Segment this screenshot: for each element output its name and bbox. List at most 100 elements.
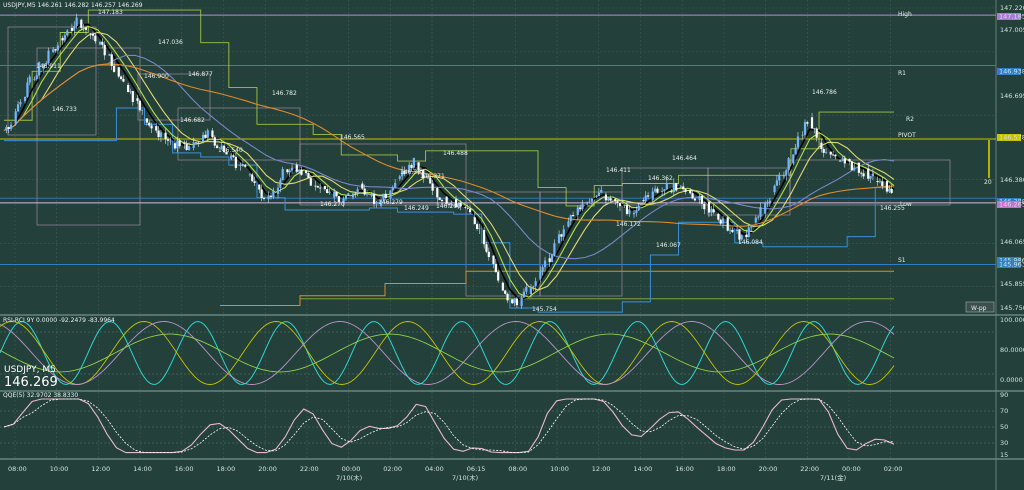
price-point-label: 146.464 — [672, 155, 697, 162]
candle-body — [276, 187, 280, 194]
candle-body — [787, 158, 790, 171]
candle-body — [754, 217, 757, 223]
candle-body — [192, 142, 195, 148]
candle-body — [550, 254, 554, 263]
overlay-symbol: USDJPY, M5 — [4, 365, 56, 375]
candle-body — [103, 44, 106, 56]
candle-body — [73, 25, 76, 31]
candle-body — [347, 193, 350, 196]
price-axis-label: 146.695 — [1000, 92, 1024, 100]
candle-body — [529, 287, 533, 295]
candle-body — [333, 191, 336, 198]
pivot-label-high: High — [898, 11, 912, 18]
candle-body — [372, 194, 376, 204]
candle-body — [506, 293, 509, 301]
candle-body — [26, 82, 29, 97]
price-axis-label: 146.380 — [1000, 176, 1024, 184]
candle-body — [286, 169, 289, 173]
candle-body — [279, 179, 282, 188]
candle-body — [201, 134, 205, 142]
wpp-button[interactable]: W-pp — [965, 301, 995, 313]
symbol-header: USDJPY,M5 146.261 146.282 146.257 146.26… — [3, 2, 143, 9]
candle-body — [94, 35, 97, 42]
candle-body — [157, 130, 160, 138]
rsi-header: RSI-RCI 9Y 0.0000 -92.2479 -83.9964 — [3, 317, 115, 324]
price-point-label: 147.036 — [158, 39, 183, 46]
candle-body — [112, 65, 116, 72]
candle-body — [553, 243, 556, 255]
candle-body — [642, 200, 645, 202]
price-point-label: 146.362 — [648, 175, 673, 182]
candle-body — [492, 255, 495, 264]
candle-body — [244, 164, 247, 167]
candle-body — [768, 200, 771, 203]
time-axis-label: 10:00 — [50, 465, 69, 473]
candle-body — [810, 117, 814, 129]
candle-body — [862, 173, 865, 177]
candle-body — [735, 229, 739, 232]
candle-body — [187, 146, 191, 150]
qqe-axis-label: 90 — [1000, 391, 1008, 399]
candle-body — [478, 228, 481, 229]
pivot-label-low: Low — [900, 201, 912, 208]
time-axis-label: 16:00 — [175, 465, 194, 473]
candle-body — [269, 195, 273, 197]
candle-body — [365, 193, 369, 195]
price-point-label: 146.911 — [36, 63, 61, 70]
candle-body — [794, 147, 797, 155]
candle-body — [773, 185, 776, 193]
candle-body — [56, 45, 59, 51]
time-axis-label: 14:00 — [634, 465, 653, 473]
candle-body — [579, 207, 582, 210]
candle-body — [520, 297, 523, 307]
candle-body — [138, 100, 141, 111]
candle-body — [391, 187, 394, 191]
time-axis-label: 14:00 — [133, 465, 152, 473]
candle-body — [61, 38, 64, 41]
candle-body — [319, 187, 322, 189]
candle-body — [682, 186, 685, 190]
candle-body — [150, 125, 153, 129]
candle-body — [848, 158, 851, 162]
price-point-label: 146.900 — [144, 73, 169, 80]
price-point-label: 146.786 — [812, 89, 837, 96]
candle-body — [159, 132, 163, 138]
candle-body — [5, 127, 8, 131]
candle-body — [468, 208, 472, 213]
candle-body — [607, 198, 610, 201]
candle-body — [211, 130, 214, 138]
candle-body — [394, 183, 397, 188]
price-point-label: 146.172 — [616, 221, 641, 228]
candle-body — [305, 170, 308, 174]
candle-body — [253, 181, 256, 183]
price-point-label: 146.371 — [420, 173, 445, 180]
time-axis-label: 08:00 — [8, 465, 27, 473]
candle-body — [869, 176, 872, 179]
candle-body — [300, 169, 303, 175]
time-axis-label: 00:00 — [342, 465, 361, 473]
pivot-label-r2: R2 — [906, 116, 914, 123]
candle-body — [164, 132, 167, 140]
candle-body — [710, 209, 713, 213]
candle-body — [698, 195, 701, 201]
candle-body — [129, 91, 132, 93]
candle-body — [483, 229, 486, 245]
candle-body — [66, 30, 69, 36]
candle-body — [363, 188, 366, 195]
candle-body — [796, 136, 800, 148]
candle-body — [801, 134, 804, 136]
candle-body — [497, 272, 500, 281]
candle-body — [82, 27, 85, 29]
price-axis-label: 147.005 — [1000, 26, 1024, 34]
candle-body — [120, 76, 123, 79]
candle-body — [178, 140, 181, 147]
candle-body — [316, 186, 319, 188]
candle-body — [176, 140, 179, 149]
candle-body — [867, 168, 870, 179]
candle-body — [857, 162, 860, 173]
candle-body — [618, 202, 622, 207]
candle-body — [560, 234, 563, 237]
candle-body — [691, 193, 694, 199]
candle-body — [476, 224, 479, 229]
candle-body — [567, 221, 570, 227]
